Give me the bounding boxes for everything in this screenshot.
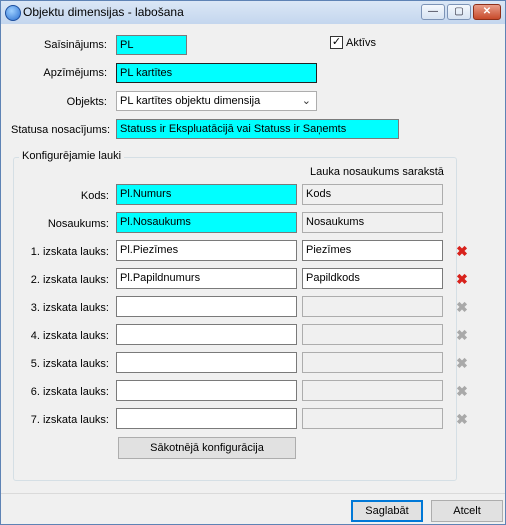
field-6-name[interactable] [302, 380, 443, 401]
row-label-kods: Kods: [80, 190, 109, 202]
delete-x-icon[interactable]: ✖ [455, 412, 469, 426]
minimize-button[interactable]: — [421, 4, 445, 20]
app-icon [5, 5, 21, 21]
maximize-button[interactable]: ▢ [447, 4, 471, 20]
row-label-2: 2. izskata lauks: [30, 274, 109, 286]
row-label-5: 5. izskata lauks: [30, 358, 109, 370]
statusa-field[interactable]: Statuss ir Ekspluatācijā vai Statuss ir … [116, 119, 399, 139]
apzimejums-label: Apzīmējums: [43, 67, 107, 79]
field-7-value[interactable] [116, 408, 297, 429]
field-1-value[interactable]: Pl.Piezīmes [116, 240, 297, 261]
field-2-value[interactable]: Pl.Papildnumurs [116, 268, 297, 289]
saisinajums-label: Saīsinājums: [44, 39, 107, 51]
field-7-name[interactable] [302, 408, 443, 429]
save-button[interactable]: Saglabāt [351, 500, 423, 522]
reset-config-button[interactable]: Sākotnējā konfigurācija [118, 437, 296, 459]
nosaukums-value-field[interactable]: Pl.Nosaukums [116, 212, 297, 233]
window-title: Objektu dimensijas - labošana [23, 5, 184, 19]
row-label-6: 6. izskata lauks: [30, 386, 109, 398]
statusa-label: Statusa nosacījums: [11, 124, 111, 136]
delete-x-icon[interactable]: ✖ [455, 300, 469, 314]
chevron-down-icon[interactable]: ⌄ [302, 94, 311, 107]
field-5-value[interactable] [116, 352, 297, 373]
nosaukums-name-field[interactable]: Nosaukums [302, 212, 443, 233]
column-header: Lauka nosaukums sarakstā [310, 166, 444, 178]
delete-x-icon[interactable]: ✖ [455, 272, 469, 286]
group-title: Konfigurējamie lauki [19, 150, 125, 162]
row-label-3: 3. izskata lauks: [30, 302, 109, 314]
row-label-7: 7. izskata lauks: [30, 414, 109, 426]
aktivs-checkbox[interactable]: ✓ [330, 36, 343, 49]
title-bar[interactable]: Objektu dimensijas - labošana — ▢ ✕ [1, 1, 505, 24]
field-2-name[interactable]: Papildkods [302, 268, 443, 289]
row-label-4: 4. izskata lauks: [30, 330, 109, 342]
kods-value-field[interactable]: Pl.Numurs [116, 184, 297, 205]
delete-x-icon[interactable]: ✖ [455, 328, 469, 342]
footer-divider [1, 493, 505, 494]
objekts-label: Objekts: [66, 96, 107, 108]
delete-x-icon[interactable]: ✖ [455, 356, 469, 370]
objekts-value: PL kartītes objektu dimensija [120, 95, 261, 107]
field-3-value[interactable] [116, 296, 297, 317]
field-4-value[interactable] [116, 324, 297, 345]
objekts-select[interactable]: PL kartītes objektu dimensija ⌄ [116, 91, 317, 111]
row-label-1: 1. izskata lauks: [30, 246, 109, 258]
close-button[interactable]: ✕ [473, 4, 501, 20]
field-1-name[interactable]: Piezīmes [302, 240, 443, 261]
config-fields-group [13, 157, 457, 481]
field-5-name[interactable] [302, 352, 443, 373]
delete-x-icon[interactable]: ✖ [455, 244, 469, 258]
saisinajums-field[interactable]: PL [116, 35, 187, 55]
field-6-value[interactable] [116, 380, 297, 401]
apzimejums-field[interactable]: PL kartītes [116, 63, 317, 83]
dialog-window: Objektu dimensijas - labošana — ▢ ✕ Saīs… [0, 0, 506, 525]
delete-x-icon[interactable]: ✖ [455, 384, 469, 398]
row-label-nosaukums: Nosaukums: [47, 218, 109, 230]
field-3-name[interactable] [302, 296, 443, 317]
field-4-name[interactable] [302, 324, 443, 345]
cancel-button[interactable]: Atcelt [431, 500, 503, 522]
kods-name-field[interactable]: Kods [302, 184, 443, 205]
aktivs-label: Aktīvs [346, 37, 376, 49]
